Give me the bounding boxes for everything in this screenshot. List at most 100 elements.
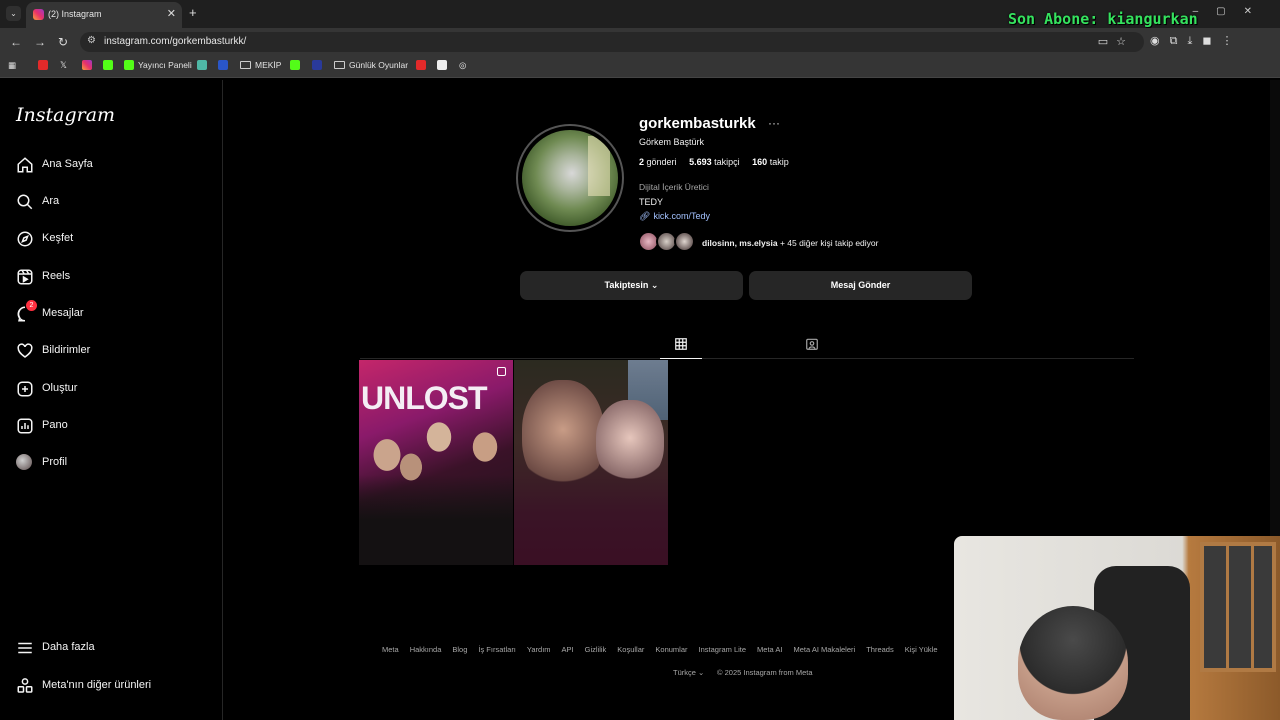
more-options-icon[interactable]: ··· [768, 116, 780, 130]
profile-link[interactable]: 🔗︎ kick.com/Tedy [639, 211, 710, 222]
followers-count: 5.693 [689, 157, 712, 167]
footer-link[interactable]: API [562, 645, 574, 654]
footer-link[interactable]: Blog [452, 645, 467, 654]
profile-category: Dijital İçerik Üretici [639, 182, 709, 192]
sidebar-item-dashboard[interactable]: Pano [0, 409, 222, 445]
reload-icon[interactable]: ↻ [58, 35, 68, 49]
post-thumbnail-1[interactable]: UNLOST [359, 360, 513, 565]
close-tab-icon[interactable]: ✕ [167, 7, 176, 20]
kick-bookmark-icon[interactable] [103, 60, 117, 70]
bookmark-icon-3[interactable] [218, 60, 232, 70]
footer-link[interactable]: İş Fırsatları [478, 645, 516, 654]
following-label: takip [769, 157, 789, 167]
footer-link[interactable]: Threads [866, 645, 894, 654]
footer-link[interactable]: Instagram Lite [699, 645, 747, 654]
carousel-icon [497, 367, 506, 376]
tab-posts[interactable] [660, 334, 702, 359]
sidebar-item-notifications[interactable]: Bildirimler [0, 334, 222, 370]
extension-icons[interactable]: ◉⧉⤓◼⋮ [1150, 34, 1242, 48]
sidebar-item-messages[interactable]: 2 Mesajlar [0, 297, 222, 333]
browser-tab[interactable]: (2) Instagram ✕ [26, 2, 182, 28]
tab-tagged[interactable] [791, 334, 833, 359]
language-select[interactable]: Türkçe ⌄ [673, 668, 704, 677]
footer-link[interactable]: Meta AI [757, 645, 782, 654]
footer-link[interactable]: Koşullar [617, 645, 644, 654]
profile-stats: 2 gönderi 5.693 takipçi 160 takip [639, 157, 789, 167]
profile-avatar [16, 454, 34, 472]
folder-icon [334, 61, 345, 69]
search-icon [16, 193, 34, 211]
apps-icon[interactable]: ▦ [8, 60, 16, 71]
sidebar-item-label: Daha fazla [42, 641, 95, 653]
bookmark-gunluk-oyunlar[interactable]: Günlük Oyunlar [334, 60, 408, 70]
sidebar-item-label: Ana Sayfa [42, 158, 93, 170]
youtube-bookmark-icon[interactable] [38, 60, 52, 70]
forward-icon[interactable]: → [34, 35, 46, 49]
sidebar-item-label: Oluştur [42, 382, 78, 394]
url-field[interactable]: ⚙ instagram.com/gorkembasturkk/ ▭☆ [80, 32, 1144, 52]
post-thumbnail-2[interactable] [514, 360, 668, 565]
tab-search-button[interactable]: ⌄ [6, 6, 21, 21]
post-photo [359, 415, 513, 565]
bookmark-icon-4[interactable] [312, 60, 326, 70]
omnibox-actions[interactable]: ▭☆ [1098, 35, 1134, 48]
sidebar-item-label: Bildirimler [42, 344, 91, 356]
footer-link[interactable]: Meta AI Makaleleri [793, 645, 855, 654]
sidebar-item-label: Keşfet [42, 232, 74, 244]
following-button[interactable]: Takiptesin ⌄ [520, 271, 743, 300]
webcam-overlay [954, 536, 1280, 720]
sidebar: Instagram Ana Sayfa Ara Keşfet Reels 2 M… [0, 80, 223, 720]
sidebar-item-create[interactable]: Oluştur [0, 372, 222, 408]
followers-link[interactable]: 5.693 takipçi [689, 157, 740, 167]
sidebar-item-label: Reels [42, 270, 71, 282]
globe-bookmark-icon[interactable]: ◎ [459, 60, 466, 71]
new-tab-button[interactable]: + [189, 5, 197, 20]
sidebar-item-profile[interactable]: Profil [0, 446, 222, 482]
profile-picture[interactable] [516, 124, 624, 232]
dashboard-icon [16, 417, 34, 435]
kick-icon [124, 60, 134, 70]
chevron-down-icon: ⌄ [650, 280, 659, 290]
sidebar-item-explore[interactable]: Keşfet [0, 222, 222, 258]
bookmark-icon-5[interactable] [437, 60, 451, 70]
following-link[interactable]: 160 takip [752, 157, 789, 167]
tagged-icon [805, 337, 819, 351]
sidebar-item-more[interactable]: Daha fazla [0, 631, 222, 667]
unread-badge: 2 [26, 300, 37, 311]
mutual-followers-avatars[interactable] [638, 231, 698, 253]
reels-icon [16, 268, 34, 286]
posts-label: gönderi [646, 157, 677, 167]
footer-link[interactable]: Gizlilik [585, 645, 607, 654]
sidebar-item-label: Profil [42, 456, 68, 468]
footer-link[interactable]: Kişi Yükle [905, 645, 938, 654]
back-icon[interactable]: ← [10, 35, 22, 49]
footer-link[interactable]: Meta [382, 645, 399, 654]
bookmark-yayinci-paneli[interactable]: Yayıncı Paneli [124, 60, 192, 70]
footer-links: Meta Hakkında Blog İş Fırsatları Yardım API Gi… [382, 645, 949, 654]
footer-link[interactable]: Yardım [527, 645, 551, 654]
link-icon: 🔗︎ [639, 211, 651, 221]
kick-bookmark-icon-2[interactable] [290, 60, 304, 70]
youtube-bookmark-icon-2[interactable] [416, 60, 430, 70]
browser-tab-bar: ⌄ (2) Instagram ✕ + Son Abone: kiangurka… [0, 0, 1280, 28]
sidebar-item-label: Meta'nın diğer ürünleri [42, 679, 152, 691]
mutual-followers-text[interactable]: dilosinn, ms.elysia + 45 diğer kişi taki… [702, 238, 878, 248]
send-message-button[interactable]: Mesaj Gönder [749, 271, 972, 300]
footer-link[interactable]: Hakkında [410, 645, 442, 654]
site-info-icon[interactable]: ⚙ [87, 35, 96, 46]
apps-grid-icon [16, 677, 34, 695]
sidebar-item-meta-products[interactable]: Meta'nın diğer ürünleri [0, 669, 222, 705]
sidebar-item-search[interactable]: Ara [0, 185, 222, 221]
footer-link[interactable]: Konumlar [655, 645, 687, 654]
window-controls[interactable]: –▢✕ [1193, 6, 1270, 17]
sidebar-item-reels[interactable]: Reels [0, 260, 222, 296]
instagram-bookmark-icon[interactable] [82, 60, 96, 70]
x-bookmark-icon[interactable]: 𝕏 [60, 60, 67, 71]
sidebar-item-home[interactable]: Ana Sayfa [0, 148, 222, 184]
bookmark-icon-2[interactable] [197, 60, 211, 70]
instagram-logo[interactable]: Instagram [16, 104, 115, 126]
menu-icon [16, 639, 34, 657]
plus-square-icon [16, 380, 34, 398]
avatar [674, 231, 695, 252]
bookmark-mekip[interactable]: MEKİP [240, 60, 281, 70]
